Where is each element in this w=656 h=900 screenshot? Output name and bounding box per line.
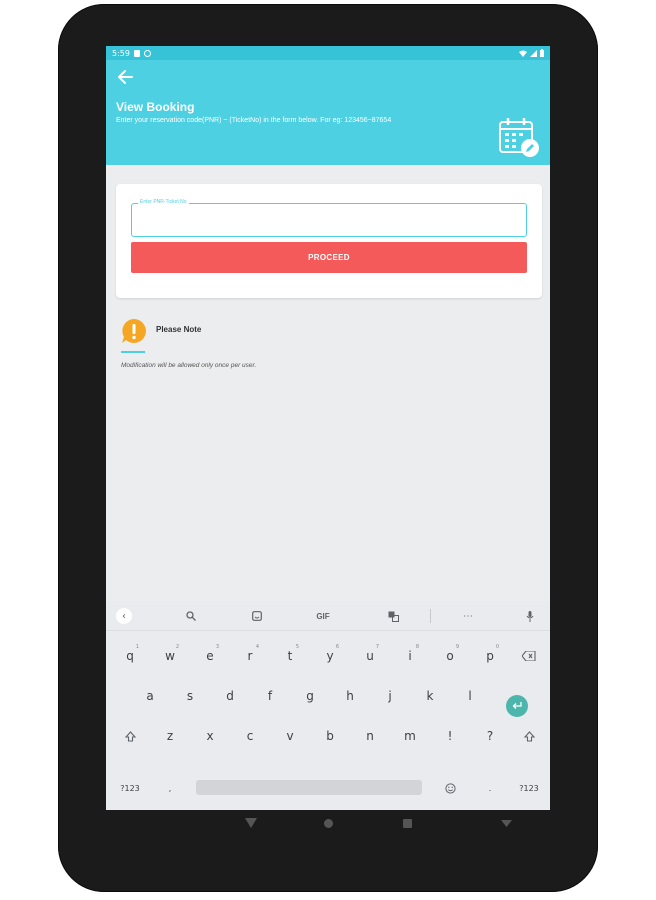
- collapse-icon[interactable]: ‹: [116, 608, 132, 624]
- shift-icon[interactable]: [110, 721, 150, 751]
- key-p[interactable]: p0: [470, 641, 510, 671]
- key-t[interactable]: t5: [270, 641, 310, 671]
- sync-icon: [143, 49, 151, 57]
- pnr-ticket-input[interactable]: Enter PNR-Ticket No: [131, 199, 527, 237]
- key-i[interactable]: i8: [390, 641, 430, 671]
- pnr-field-label: Enter PNR-Ticket No: [138, 199, 189, 205]
- key-u[interactable]: u7: [350, 641, 390, 671]
- key-g[interactable]: g: [290, 681, 330, 711]
- soft-keyboard: ‹ GIF ⋯ q1 w2 e3 r4 t5 y6 u7 i8 o9 p0 a …: [106, 601, 550, 810]
- backspace-icon[interactable]: [510, 641, 548, 671]
- back-arrow-icon[interactable]: [116, 68, 136, 86]
- toolbar-divider: [430, 609, 431, 623]
- mic-icon[interactable]: [518, 601, 542, 631]
- key-h[interactable]: h: [330, 681, 370, 711]
- key-d[interactable]: d: [210, 681, 250, 711]
- back-icon[interactable]: [245, 818, 257, 828]
- key-o[interactable]: o9: [430, 641, 470, 671]
- comma-key[interactable]: ,: [150, 773, 190, 803]
- sticker-icon[interactable]: [242, 601, 272, 631]
- key-n[interactable]: n: [350, 721, 390, 751]
- key-f[interactable]: f: [250, 681, 290, 711]
- note-text: Modification will be allowed only once p…: [121, 362, 257, 369]
- wifi-icon: [519, 50, 527, 57]
- more-icon[interactable]: ⋯: [453, 601, 483, 631]
- key-a[interactable]: a: [130, 681, 170, 711]
- note-divider: [121, 351, 145, 353]
- key-e[interactable]: e3: [190, 641, 230, 671]
- recents-icon[interactable]: [403, 819, 412, 828]
- keyboard-toolbar: ‹ GIF ⋯: [106, 601, 550, 631]
- key-q[interactable]: q1: [110, 641, 150, 671]
- gif-button[interactable]: GIF: [308, 601, 338, 631]
- translate-icon[interactable]: [378, 601, 408, 631]
- key-k[interactable]: k: [410, 681, 450, 711]
- key-b[interactable]: b: [310, 721, 350, 751]
- note-title: Please Note: [156, 325, 202, 334]
- key-v[interactable]: v: [270, 721, 310, 751]
- app-bar: View Booking Enter your reservation code…: [106, 60, 550, 165]
- key-j[interactable]: j: [370, 681, 410, 711]
- key-c[interactable]: c: [230, 721, 270, 751]
- screen: 5:59 View Booking Enter your reservation…: [106, 46, 550, 810]
- page-title: View Booking: [116, 100, 195, 114]
- key-r[interactable]: r4: [230, 641, 270, 671]
- key-l[interactable]: l: [450, 681, 490, 711]
- symbols-right-key[interactable]: ?123: [510, 773, 548, 803]
- key-x[interactable]: x: [190, 721, 230, 751]
- period-key[interactable]: .: [470, 773, 510, 803]
- status-time: 5:59: [112, 48, 130, 58]
- key-m[interactable]: m: [390, 721, 430, 751]
- key-y[interactable]: y6: [310, 641, 350, 671]
- status-bar: 5:59: [106, 46, 550, 60]
- signal-icon: [530, 49, 537, 57]
- enter-icon[interactable]: [506, 695, 528, 717]
- warning-icon: [122, 319, 146, 343]
- space-bar[interactable]: [196, 780, 422, 795]
- shift-right-icon[interactable]: [510, 721, 548, 751]
- calendar-edit-icon: [499, 118, 539, 157]
- search-icon[interactable]: [176, 601, 206, 631]
- key-s[interactable]: s: [170, 681, 210, 711]
- proceed-button[interactable]: PROCEED: [131, 242, 527, 273]
- battery-icon: [540, 49, 544, 57]
- page-subtitle: Enter your reservation code(PNR) ~ (Tick…: [116, 117, 392, 124]
- emoji-icon[interactable]: [430, 773, 470, 803]
- key-w[interactable]: w2: [150, 641, 190, 671]
- key-exclamation[interactable]: !: [430, 721, 470, 751]
- symbols-key[interactable]: ?123: [110, 773, 150, 803]
- key-z[interactable]: z: [150, 721, 190, 751]
- navigation-bar: [106, 810, 550, 840]
- keyboard-hide-icon[interactable]: [501, 820, 512, 827]
- home-icon[interactable]: [324, 819, 333, 828]
- pnr-form-card: Enter PNR-Ticket No PROCEED: [116, 184, 542, 298]
- key-question[interactable]: ?: [470, 721, 510, 751]
- sim-icon: [133, 49, 140, 57]
